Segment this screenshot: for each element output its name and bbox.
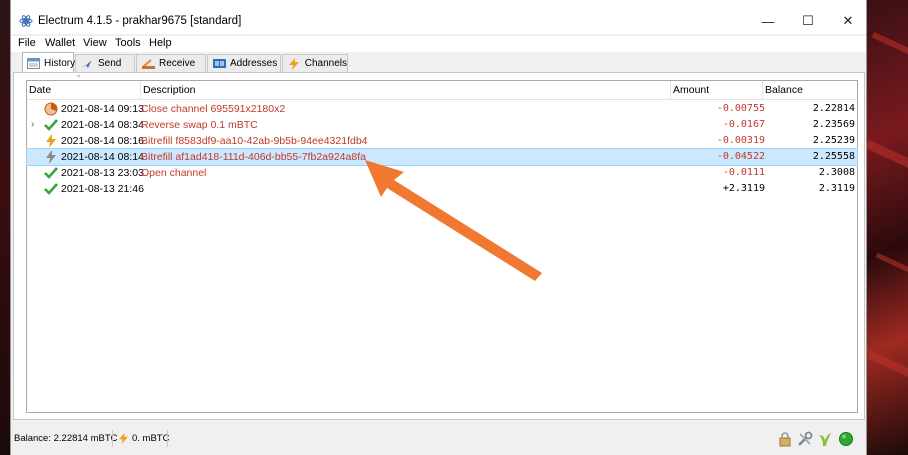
row-amount: -0.04522 <box>716 151 765 162</box>
lightning-icon <box>46 134 56 148</box>
lightning-icon <box>287 57 301 70</box>
lightning-balance-value: 0. mBTC <box>132 433 170 444</box>
row-date: 2021-08-14 08:14 <box>61 151 144 163</box>
tab-channels-label: Channels <box>304 58 347 69</box>
row-date: 2021-08-14 09:13 <box>61 103 144 115</box>
history-table: ^ Date Description Amount Balance 2021-0… <box>26 75 858 413</box>
tools-icon[interactable] <box>797 431 813 447</box>
status-divider <box>112 430 113 447</box>
row-balance: 2.22814 <box>812 103 855 114</box>
electrum-logo-icon <box>19 15 33 27</box>
row-amount: -0.0111 <box>722 167 765 178</box>
menu-wallet[interactable]: Wallet <box>45 37 75 49</box>
row-description: Reverse swap 0.1 mBTC <box>141 119 258 131</box>
tab-channels[interactable]: Channels <box>282 54 348 72</box>
desktop-background-right <box>865 0 908 455</box>
checkmark-icon <box>44 183 58 195</box>
lightning-icon <box>46 150 56 164</box>
row-amount: -0.00319 <box>716 135 765 146</box>
status-divider <box>167 430 168 447</box>
lock-icon[interactable] <box>777 431 793 447</box>
menu-file[interactable]: File <box>18 37 36 49</box>
tab-addresses[interactable]: Addresses <box>207 54 281 72</box>
row-description: Bitrefill af1ad418-111d-406d-bb55-7fb2a9… <box>141 151 366 163</box>
row-balance: 2.25558 <box>812 151 855 162</box>
tab-receive[interactable]: Receive <box>136 54 206 72</box>
window-title: Electrum 4.1.5 - prakhar9675 [standard] <box>38 15 242 27</box>
status-bar: Balance: 2.22814 mBTC 0. mBTC <box>11 428 866 450</box>
lightning-icon <box>119 433 128 444</box>
tab-send[interactable]: Send <box>75 54 135 72</box>
column-header-date[interactable]: Date <box>27 81 141 99</box>
checkmark-icon <box>44 167 58 179</box>
close-button[interactable]: ✕ <box>833 12 863 30</box>
row-date: 2021-08-14 08:16 <box>61 135 144 147</box>
maximize-button[interactable]: ☐ <box>793 12 823 30</box>
table-header: ^ Date Description Amount Balance <box>27 75 857 100</box>
table-row[interactable]: 2021-08-14 08:16 Bitrefill f8583df9-aa10… <box>27 133 857 149</box>
row-amount: +2.3119 <box>722 183 765 194</box>
minimize-icon: — <box>761 13 775 29</box>
desktop-background-left <box>0 0 10 455</box>
tab-history[interactable]: History <box>22 52 76 73</box>
minimize-button[interactable]: — <box>753 12 783 30</box>
expand-chevron-icon[interactable]: › <box>31 117 34 133</box>
status-balance: Balance: 2.22814 mBTC <box>14 433 118 444</box>
row-balance: 2.3119 <box>818 183 855 194</box>
column-header-amount[interactable]: Amount <box>671 81 763 99</box>
history-panel: ^ Date Description Amount Balance 2021-0… <box>13 72 865 420</box>
row-balance: 2.3008 <box>818 167 855 178</box>
column-header-description[interactable]: Description <box>141 81 671 99</box>
send-icon <box>80 58 94 70</box>
tab-send-label: Send <box>98 58 122 69</box>
row-date: 2021-08-14 08:34 <box>61 119 144 131</box>
column-header-balance[interactable]: Balance <box>763 81 857 99</box>
row-amount: -0.0167 <box>722 119 765 130</box>
row-balance: 2.23569 <box>812 119 855 130</box>
history-icon <box>27 57 40 69</box>
table-row[interactable]: › 2021-08-14 08:34 Reverse swap 0.1 mBTC… <box>27 117 857 133</box>
addresses-icon <box>212 58 226 70</box>
menu-bar: File Wallet View Tools Help <box>11 36 866 52</box>
tab-addresses-label: Addresses <box>230 58 278 69</box>
table-row-selected[interactable]: 2021-08-14 08:14 Bitrefill af1ad418-111d… <box>26 148 858 166</box>
table-row[interactable]: 2021-08-14 09:13 Close channel 695591x21… <box>27 101 857 117</box>
receive-icon <box>141 58 155 70</box>
table-row[interactable]: 2021-08-13 21:46 +2.3119 2.3119 <box>27 181 857 197</box>
row-date: 2021-08-13 23:03 <box>61 167 144 179</box>
row-description: Bitrefill f8583df9-aa10-42ab-9b5b-94ee43… <box>141 135 368 147</box>
row-amount: -0.00755 <box>716 103 765 114</box>
tab-receive-label: Receive <box>159 58 196 69</box>
maximize-icon: ☐ <box>802 13 814 28</box>
network-status-icon[interactable] <box>838 431 854 447</box>
table-row[interactable]: 2021-08-13 23:03 Open channel -0.0111 2.… <box>27 165 857 181</box>
row-date: 2021-08-13 21:46 <box>61 183 144 195</box>
menu-help[interactable]: Help <box>149 37 172 49</box>
seed-icon[interactable] <box>817 431 833 447</box>
row-description: Open channel <box>141 167 207 179</box>
row-balance: 2.25239 <box>812 135 855 146</box>
close-icon: ✕ <box>842 13 854 28</box>
title-bar: Electrum 4.1.5 - prakhar9675 [standard] … <box>11 0 866 34</box>
status-lightning-balance: 0. mBTC <box>119 433 169 444</box>
checkmark-icon <box>44 119 58 131</box>
menu-tools[interactable]: Tools <box>115 37 141 49</box>
row-description: Close channel 695591x2180x2 <box>141 103 286 115</box>
menu-view[interactable]: View <box>83 37 107 49</box>
clock-pie-icon <box>44 102 58 116</box>
electrum-window: Electrum 4.1.5 - prakhar9675 [standard] … <box>10 0 867 455</box>
tab-history-label: History <box>44 57 76 69</box>
